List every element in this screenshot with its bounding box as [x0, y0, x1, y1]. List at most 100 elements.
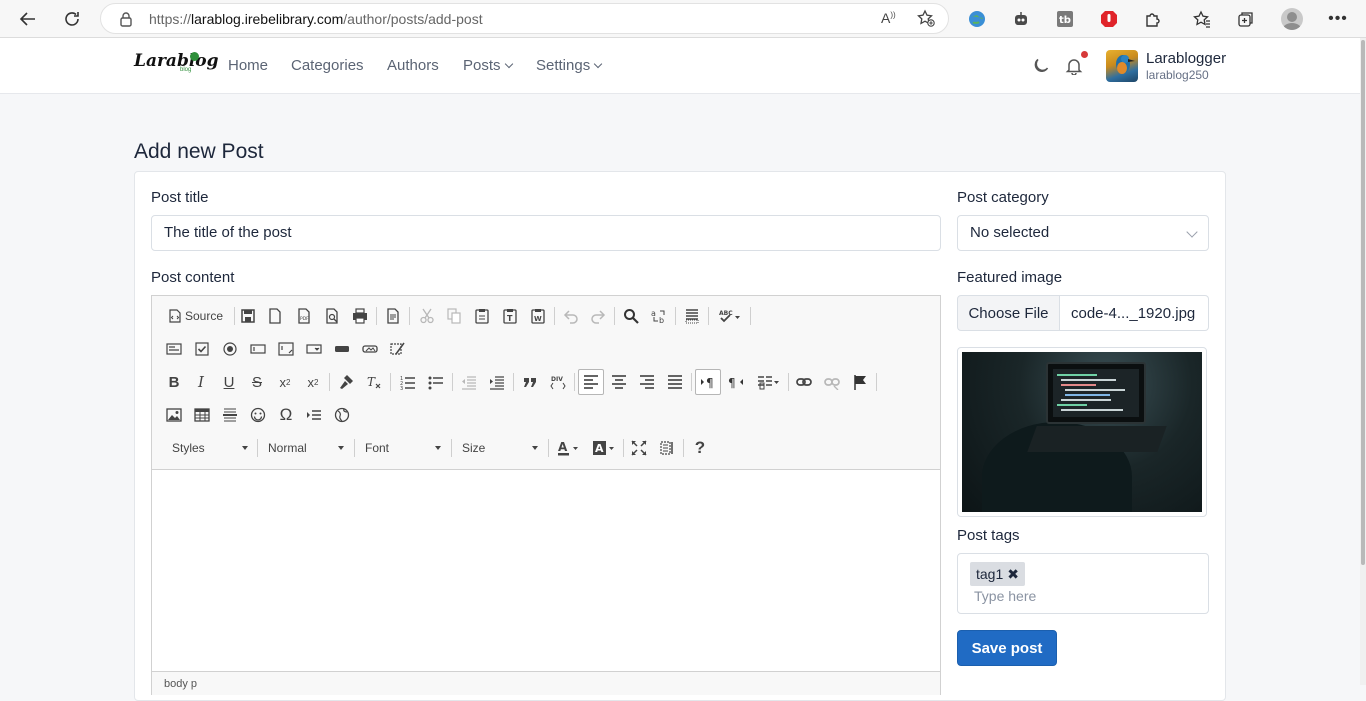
post-title-input[interactable]: The title of the post	[151, 215, 941, 251]
address-bar[interactable]: https://larablog.irebelibrary.com/author…	[100, 3, 949, 34]
page-break-icon[interactable]	[302, 403, 326, 427]
tb-extension-icon[interactable]: tb	[1054, 8, 1076, 30]
editor-status-bar[interactable]: body p	[152, 671, 940, 695]
robot-extension-icon[interactable]	[1010, 8, 1032, 30]
nav-categories[interactable]: Categories	[291, 57, 364, 74]
special-char-icon[interactable]: Ω	[274, 403, 298, 427]
user-name[interactable]: Larablogger	[1146, 50, 1226, 67]
refresh-icon[interactable]	[58, 5, 86, 33]
user-avatar[interactable]	[1106, 50, 1138, 82]
spellcheck-icon[interactable]: ABC	[714, 304, 746, 328]
extensions-puzzle-icon[interactable]	[1142, 8, 1164, 30]
copy-format-icon[interactable]	[334, 370, 358, 394]
maximize-icon[interactable]	[627, 436, 651, 460]
size-combo[interactable]: Size	[462, 437, 538, 459]
bold-icon[interactable]: B	[162, 370, 186, 394]
page-scrollbar-thumb[interactable]	[1361, 40, 1365, 565]
post-category-select[interactable]: No selected	[957, 215, 1209, 251]
subscript-icon[interactable]: x2	[273, 370, 297, 394]
help-icon[interactable]: ?	[688, 436, 712, 460]
collections-icon[interactable]	[1235, 8, 1257, 30]
templates-icon[interactable]	[381, 304, 405, 328]
align-right-icon[interactable]	[635, 370, 659, 394]
favorite-add-icon[interactable]	[917, 9, 935, 32]
div-container-icon[interactable]: DIV	[546, 370, 570, 394]
anchor-flag-icon[interactable]	[848, 370, 872, 394]
moon-icon[interactable]	[1030, 55, 1052, 77]
hidden-field-icon[interactable]	[386, 337, 410, 361]
link-icon[interactable]	[792, 370, 816, 394]
table-icon[interactable]	[190, 403, 214, 427]
remove-format-icon[interactable]: T	[362, 370, 386, 394]
align-center-icon[interactable]	[607, 370, 631, 394]
new-page-icon[interactable]	[263, 304, 287, 328]
find-icon[interactable]	[619, 304, 643, 328]
format-combo[interactable]: Normal	[268, 437, 344, 459]
paste-text-icon[interactable]: T	[498, 304, 522, 328]
button-field-icon[interactable]	[330, 337, 354, 361]
strikethrough-icon[interactable]: S	[245, 370, 269, 394]
read-aloud-icon[interactable]: A))	[881, 10, 896, 26]
text-field-icon[interactable]	[246, 337, 270, 361]
paste-word-icon[interactable]: W	[526, 304, 550, 328]
profile-avatar[interactable]	[1281, 8, 1303, 30]
indent-icon[interactable]	[485, 370, 509, 394]
choose-file-button[interactable]: Choose File	[957, 295, 1060, 331]
superscript-icon[interactable]: x2	[301, 370, 325, 394]
italic-icon[interactable]: I	[189, 370, 213, 394]
unlink-icon[interactable]	[820, 370, 844, 394]
save-post-button[interactable]: Save post	[957, 630, 1057, 666]
styles-combo[interactable]: Styles	[172, 437, 248, 459]
bulleted-list-icon[interactable]	[424, 370, 448, 394]
more-menu-icon[interactable]: •••	[1327, 8, 1349, 30]
show-blocks-icon[interactable]	[655, 436, 679, 460]
select-field-icon[interactable]	[302, 337, 326, 361]
logo[interactable]: Larablog	[134, 51, 219, 71]
tag-remove-icon[interactable]: ✖	[1007, 566, 1019, 582]
print-icon[interactable]	[348, 304, 372, 328]
source-button[interactable]: Source	[166, 304, 226, 328]
cut-icon[interactable]	[415, 304, 439, 328]
numbered-list-icon[interactable]: 123	[396, 370, 420, 394]
replace-icon[interactable]: ab	[647, 304, 671, 328]
text-direction-ltr-icon[interactable]: ¶	[695, 369, 721, 395]
post-tags-input[interactable]: tag1✖ Type here	[957, 553, 1209, 614]
undo-icon[interactable]	[559, 304, 583, 328]
iframe-globe-icon[interactable]	[330, 403, 354, 427]
align-justify-icon[interactable]	[663, 370, 687, 394]
save-icon[interactable]	[236, 304, 260, 328]
textarea-icon[interactable]	[274, 337, 298, 361]
editor-content-area[interactable]	[152, 471, 940, 671]
radio-icon[interactable]	[218, 337, 242, 361]
horizontal-line-icon[interactable]	[218, 403, 242, 427]
preview-icon[interactable]	[320, 304, 344, 328]
back-icon[interactable]	[14, 5, 42, 33]
globe-extension-icon[interactable]	[966, 8, 988, 30]
copy-icon[interactable]	[442, 304, 466, 328]
form-icon[interactable]	[162, 337, 186, 361]
nav-authors[interactable]: Authors	[387, 57, 439, 74]
nav-home[interactable]: Home	[228, 57, 268, 74]
export-pdf-icon[interactable]: PDF	[292, 304, 316, 328]
text-color-icon[interactable]: A	[553, 436, 583, 460]
tag-text-input[interactable]: Type here	[974, 588, 1036, 604]
outdent-icon[interactable]	[457, 370, 481, 394]
text-direction-rtl-icon[interactable]: ¶	[724, 370, 748, 394]
bell-icon[interactable]	[1063, 55, 1085, 77]
nav-settings[interactable]: Settings	[536, 57, 601, 74]
favorites-icon[interactable]	[1191, 8, 1213, 30]
image-button-icon[interactable]	[358, 337, 382, 361]
select-all-icon[interactable]	[680, 304, 704, 328]
nav-posts[interactable]: Posts	[463, 57, 512, 74]
blockquote-icon[interactable]	[518, 370, 542, 394]
paste-icon[interactable]	[470, 304, 494, 328]
image-icon[interactable]	[162, 403, 186, 427]
checkbox-icon[interactable]	[190, 337, 214, 361]
smiley-icon[interactable]	[246, 403, 270, 427]
underline-icon[interactable]: U	[217, 370, 241, 394]
font-combo[interactable]: Font	[365, 437, 441, 459]
background-color-icon[interactable]: A	[589, 436, 619, 460]
align-left-icon[interactable]	[578, 369, 604, 395]
adblock-extension-icon[interactable]	[1098, 8, 1120, 30]
redo-icon[interactable]	[586, 304, 610, 328]
